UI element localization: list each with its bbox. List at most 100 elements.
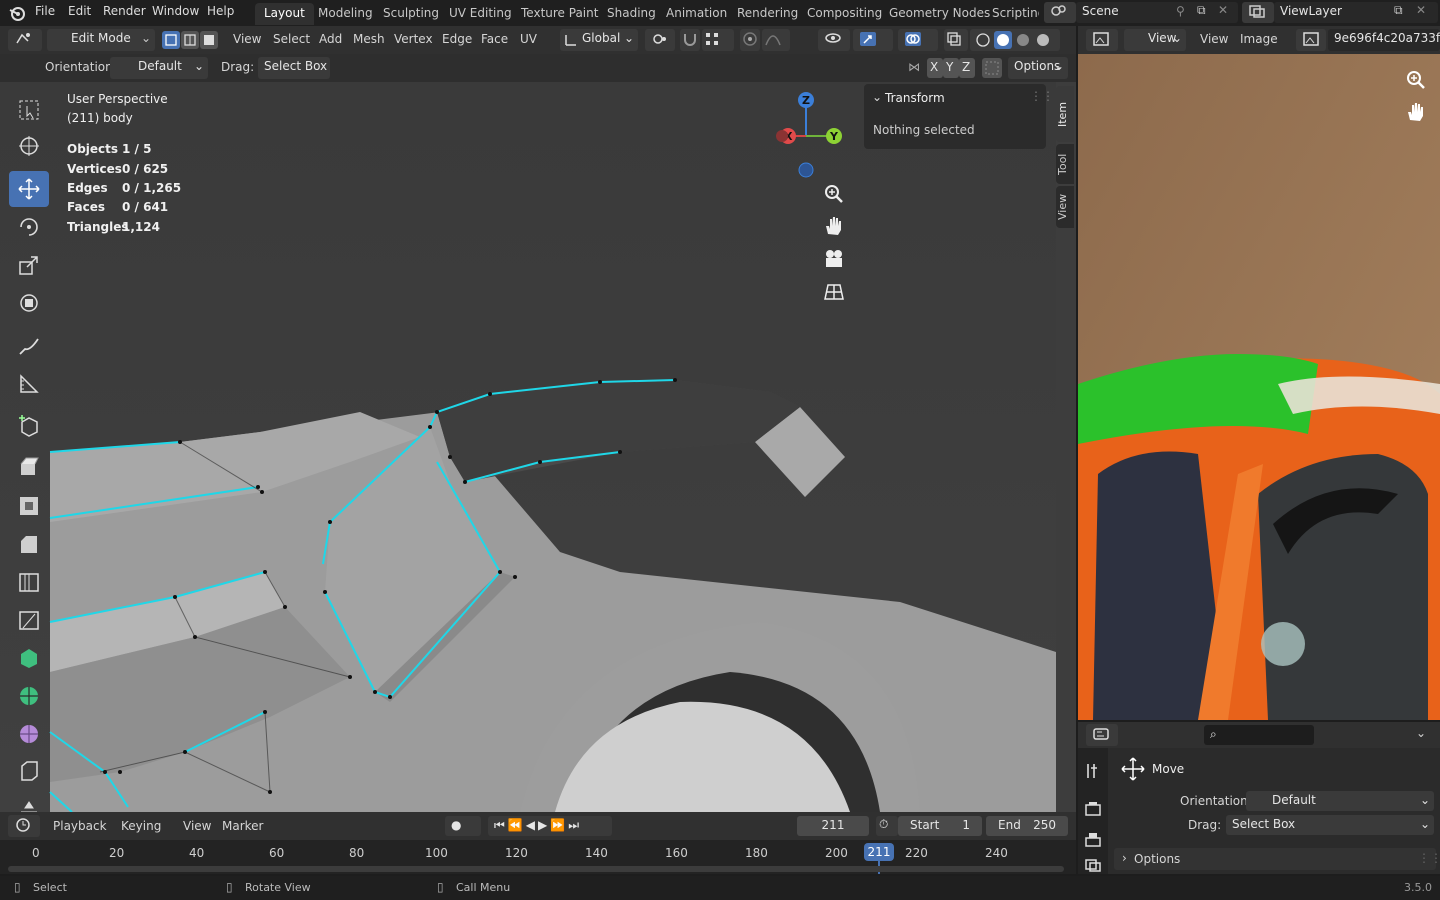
orientation-dropdown[interactable]: Default ⌄ bbox=[110, 57, 208, 79]
auto-merge-button[interactable] bbox=[982, 58, 1002, 78]
view-layer-name-field[interactable]: ViewLayer bbox=[1274, 2, 1438, 23]
viewport-menu-select[interactable]: Select bbox=[273, 32, 310, 46]
pivot-point-button[interactable] bbox=[645, 29, 675, 51]
properties-orientation-dropdown[interactable]: Default ⌄ bbox=[1246, 791, 1434, 811]
menu-window[interactable]: Window bbox=[152, 4, 199, 18]
tab-texture-paint[interactable]: Texture Paint bbox=[512, 3, 607, 25]
viewport-menu-face[interactable]: Face bbox=[481, 32, 508, 46]
menu-render[interactable]: Render bbox=[103, 4, 146, 18]
face-select-mode-button[interactable] bbox=[200, 31, 218, 49]
tab-tool[interactable]: Tool bbox=[1056, 144, 1074, 184]
viewport-menu-add[interactable]: Add bbox=[319, 32, 342, 46]
chevron-down-icon[interactable]: ⌄ bbox=[872, 90, 882, 104]
cursor-tool[interactable] bbox=[9, 128, 49, 164]
gizmo-toggle-button[interactable] bbox=[853, 29, 893, 51]
proportional-edit-button[interactable] bbox=[740, 29, 760, 51]
zoom-button[interactable] bbox=[820, 180, 848, 208]
mirror-z-button[interactable]: Z bbox=[959, 58, 975, 78]
viewport-menu-uv[interactable]: UV bbox=[520, 32, 537, 46]
vertex-select-mode-button[interactable] bbox=[162, 31, 180, 49]
add-cube-tool[interactable] bbox=[9, 408, 49, 444]
overlays-toggle-button[interactable] bbox=[898, 29, 938, 51]
play-icon[interactable]: ▶ bbox=[538, 818, 550, 832]
scene-selector-button[interactable] bbox=[1044, 2, 1076, 23]
properties-editor-type-button[interactable] bbox=[1086, 724, 1118, 746]
properties-search-input[interactable]: ⌕ bbox=[1204, 725, 1314, 745]
bevel-tool[interactable] bbox=[9, 526, 49, 562]
mode-selector[interactable]: Edit Mode ⌄ bbox=[47, 29, 155, 51]
image-menu-image[interactable]: Image bbox=[1240, 32, 1278, 46]
menu-edit[interactable]: Edit bbox=[68, 4, 91, 18]
delete-scene-icon[interactable]: ✕ bbox=[1218, 3, 1228, 17]
navigation-gizmo[interactable]: Z Y X bbox=[768, 90, 844, 182]
measure-tool[interactable] bbox=[9, 366, 49, 402]
menu-help[interactable]: Help bbox=[207, 4, 234, 18]
view-layer-properties-icon[interactable] bbox=[1084, 858, 1102, 874]
tab-rendering[interactable]: Rendering bbox=[728, 3, 807, 25]
options-subpanel-header[interactable]: › Options ⋮⋮ bbox=[1114, 848, 1440, 870]
image-view-mode-dropdown[interactable]: View ⌄ bbox=[1124, 29, 1186, 51]
editor-type-button[interactable] bbox=[8, 29, 42, 51]
tab-shading[interactable]: Shading bbox=[598, 3, 665, 25]
perspective-toggle-button[interactable] bbox=[820, 277, 848, 305]
new-view-layer-icon[interactable]: ⧉ bbox=[1394, 3, 1403, 18]
mirror-x-button[interactable]: X bbox=[927, 58, 943, 78]
prev-keyframe-icon[interactable]: ⏪ bbox=[508, 818, 526, 832]
drag-dropdown[interactable]: Select Box bbox=[258, 57, 330, 79]
output-properties-icon[interactable] bbox=[1084, 830, 1102, 848]
poly-build-tool[interactable] bbox=[9, 640, 49, 676]
viewport-menu-mesh[interactable]: Mesh bbox=[353, 32, 385, 46]
viewport-3d[interactable]: Edit Mode ⌄ View Select Add Mesh Vertex … bbox=[0, 26, 1076, 813]
edge-select-mode-button[interactable] bbox=[181, 31, 199, 49]
image-editor[interactable]: View ⌄ View Image 9e696f4c20a733f7 bbox=[1078, 26, 1440, 720]
select-box-tool[interactable] bbox=[9, 92, 49, 128]
transform-tool[interactable] bbox=[9, 285, 49, 321]
jump-end-icon[interactable]: ⏭ bbox=[568, 818, 582, 832]
pan-button[interactable] bbox=[820, 212, 848, 240]
snap-toggle-button[interactable] bbox=[680, 29, 700, 51]
new-scene-icon[interactable]: ⧉ bbox=[1197, 3, 1206, 18]
properties-drag-dropdown[interactable]: Select Box ⌄ bbox=[1226, 815, 1434, 835]
viewport-menu-view[interactable]: View bbox=[233, 32, 261, 46]
tab-modeling[interactable]: Modeling bbox=[309, 3, 382, 25]
image-zoom-button[interactable] bbox=[1402, 66, 1430, 94]
timeline-menu-view[interactable]: View bbox=[183, 819, 211, 833]
timeline[interactable]: Playback Keying View Marker ● ⏮⏪◀▶⏩⏭ 211… bbox=[0, 812, 1076, 874]
timeline-editor-type-button[interactable] bbox=[8, 815, 40, 837]
scale-tool[interactable] bbox=[9, 247, 49, 283]
tab-geometry-nodes[interactable]: Geometry Nodes bbox=[880, 3, 999, 25]
tab-view[interactable]: View bbox=[1056, 186, 1074, 228]
jump-start-icon[interactable]: ⏮ bbox=[494, 818, 508, 832]
menu-file[interactable]: File bbox=[35, 4, 55, 18]
timeline-menu-playback[interactable]: Playback bbox=[53, 819, 107, 833]
camera-view-button[interactable] bbox=[820, 245, 848, 273]
image-menu-view[interactable]: View bbox=[1200, 32, 1228, 46]
spin-tool[interactable] bbox=[9, 678, 49, 714]
blender-logo-icon[interactable] bbox=[8, 4, 26, 22]
view-layer-selector-button[interactable] bbox=[1242, 2, 1274, 23]
transform-panel-title[interactable]: Transform bbox=[885, 91, 945, 105]
snap-target-button[interactable] bbox=[702, 29, 734, 51]
annotate-tool[interactable] bbox=[9, 327, 49, 363]
timeline-menu-keying[interactable]: Keying bbox=[121, 819, 161, 833]
image-browse-button[interactable] bbox=[1296, 29, 1326, 51]
chevron-down-icon[interactable]: ⌄ bbox=[1416, 726, 1426, 740]
tab-compositing[interactable]: Compositing bbox=[798, 3, 891, 25]
playhead-frame-label[interactable]: 211 bbox=[864, 843, 894, 861]
image-editor-type-button[interactable] bbox=[1086, 29, 1118, 51]
extrude-tool[interactable] bbox=[9, 448, 49, 484]
image-pan-button[interactable] bbox=[1402, 98, 1430, 126]
mirror-y-button[interactable]: Y bbox=[943, 58, 959, 78]
current-frame-field[interactable]: 211 bbox=[797, 816, 869, 836]
tab-item[interactable]: Item bbox=[1056, 86, 1074, 142]
auto-keying-button[interactable]: ● bbox=[445, 816, 481, 836]
edge-slide-tool[interactable] bbox=[9, 754, 49, 790]
shading-modes-icon[interactable] bbox=[974, 31, 1058, 49]
tab-sculpting[interactable]: Sculpting bbox=[374, 3, 448, 25]
drag-handle-icon[interactable]: ⋮⋮ bbox=[1030, 89, 1054, 103]
rotate-tool[interactable] bbox=[9, 209, 49, 245]
next-keyframe-icon[interactable]: ⏩ bbox=[550, 818, 568, 832]
delete-view-layer-icon[interactable]: ✕ bbox=[1416, 3, 1426, 17]
tool-properties-icon[interactable] bbox=[1084, 762, 1102, 780]
scene-name-field[interactable]: Scene bbox=[1076, 2, 1238, 23]
